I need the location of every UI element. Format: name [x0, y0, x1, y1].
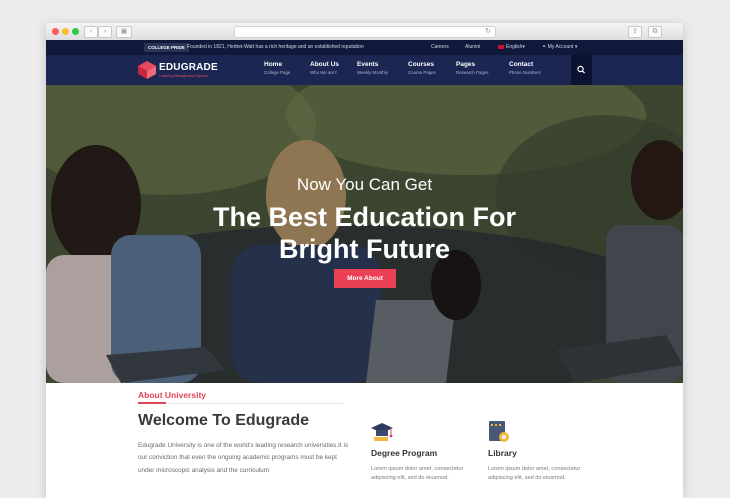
- tabs-icon[interactable]: ⧉: [648, 26, 662, 38]
- section-divider-accent: [138, 402, 166, 404]
- nav-item-title: Courses: [408, 61, 435, 68]
- library-book-icon: [489, 421, 509, 442]
- feature-text-degree-program: Lorem ipsum dolor amet, consectetur adip…: [371, 466, 464, 481]
- nav-item-courses[interactable]: Courses Course Pages: [408, 61, 436, 76]
- close-window-button[interactable]: [52, 28, 59, 35]
- feature-title-degree-program[interactable]: Degree Program: [371, 448, 437, 458]
- about-title: Welcome To Edugrade: [138, 412, 309, 429]
- feature-text-library: Lorem ipsum dolor amet, consectetur adip…: [488, 466, 581, 481]
- language-label: English: [506, 44, 523, 50]
- uk-flag-icon: [498, 44, 504, 49]
- reload-icon[interactable]: ↻: [485, 27, 491, 37]
- chevron-down-icon: ▾: [522, 44, 525, 50]
- hero-title-line-1: The Best Education For: [212, 202, 517, 232]
- minimize-window-button[interactable]: [62, 28, 69, 35]
- nav-item-pages[interactable]: Pages Research Pages: [456, 61, 488, 76]
- lock-icon: ⚭: [542, 44, 547, 50]
- nav-item-events[interactable]: Events Weekly Monthly: [357, 61, 388, 76]
- my-account-link[interactable]: ⚭ My Account ▾: [542, 44, 577, 51]
- forward-arrow-icon[interactable]: ›: [98, 26, 112, 38]
- hero-title-line-2: Bright Future: [279, 234, 450, 264]
- nav-item-title: About Us: [310, 61, 339, 68]
- nav-item-subtitle: Weekly Monthly: [357, 70, 388, 75]
- main-navigation: EDUGRADE Learning Management System Home…: [46, 55, 683, 85]
- alumni-link[interactable]: Alumni: [465, 44, 480, 51]
- my-account-label: My Account: [547, 44, 574, 50]
- founded-note: Founded in 1821, Herbet-Watt has a rich …: [187, 44, 364, 50]
- nav-item-subtitle: College Page: [264, 70, 291, 75]
- browser-toolbar: ‹ › ▣ ↻ ⇧ ⧉: [46, 23, 683, 41]
- college-pride-badge: COLLEGE PRIDE: [144, 43, 189, 52]
- about-paragraph: Edugrade University is one of the world'…: [138, 442, 349, 474]
- about-university-label: About University: [138, 390, 207, 400]
- nav-item-title: Home: [264, 61, 283, 68]
- nav-item-subtitle: Course Pages: [408, 70, 436, 75]
- hero-subtitle: Now You Can Get: [296, 175, 433, 194]
- nav-item-title: Contact: [509, 61, 534, 68]
- graduation-cap-icon: [371, 423, 393, 441]
- nav-item-title: Events: [357, 61, 379, 68]
- hero-banner: Now You Can Get The Best Education For B…: [46, 85, 683, 383]
- nav-item-title: Pages: [456, 61, 476, 68]
- edugrade-logo-icon[interactable]: [137, 60, 157, 80]
- feature-title-library[interactable]: Library: [488, 448, 517, 458]
- language-selector[interactable]: English▾: [498, 44, 525, 51]
- nav-item-home[interactable]: Home College Page: [264, 61, 290, 76]
- hero-title: The Best Education For Bright Future: [46, 201, 683, 265]
- chevron-down-icon: ▾: [574, 44, 578, 50]
- sidebar-toggle-icon[interactable]: ▣: [116, 26, 132, 38]
- nav-item-subtitle: Who We are?: [310, 70, 337, 75]
- nav-item-subtitle: Research Pages: [456, 70, 489, 75]
- search-icon: [577, 65, 586, 74]
- more-about-button[interactable]: More About: [334, 269, 396, 288]
- careers-link[interactable]: Careers: [431, 44, 449, 51]
- section-divider: [138, 403, 343, 404]
- logo-tagline: Learning Management System: [159, 74, 208, 78]
- nav-item-contact[interactable]: Contact Phone Numbers: [509, 61, 541, 76]
- back-arrow-icon[interactable]: ‹: [84, 26, 98, 38]
- browser-window: ‹ › ▣ ↻ ⇧ ⧉ COLLEGE PRIDE Founded in 182…: [46, 23, 683, 498]
- nav-item-subtitle: Phone Numbers: [509, 70, 541, 75]
- logo-text[interactable]: EDUGRADE: [159, 62, 218, 73]
- top-info-bar: COLLEGE PRIDE Founded in 1821, Herbet-Wa…: [46, 40, 683, 55]
- nav-item-about-us[interactable]: About Us Who We are?: [310, 61, 339, 76]
- share-icon[interactable]: ⇧: [628, 26, 642, 38]
- maximize-window-button[interactable]: [72, 28, 79, 35]
- address-bar[interactable]: ↻: [234, 26, 496, 38]
- search-button[interactable]: [571, 55, 592, 85]
